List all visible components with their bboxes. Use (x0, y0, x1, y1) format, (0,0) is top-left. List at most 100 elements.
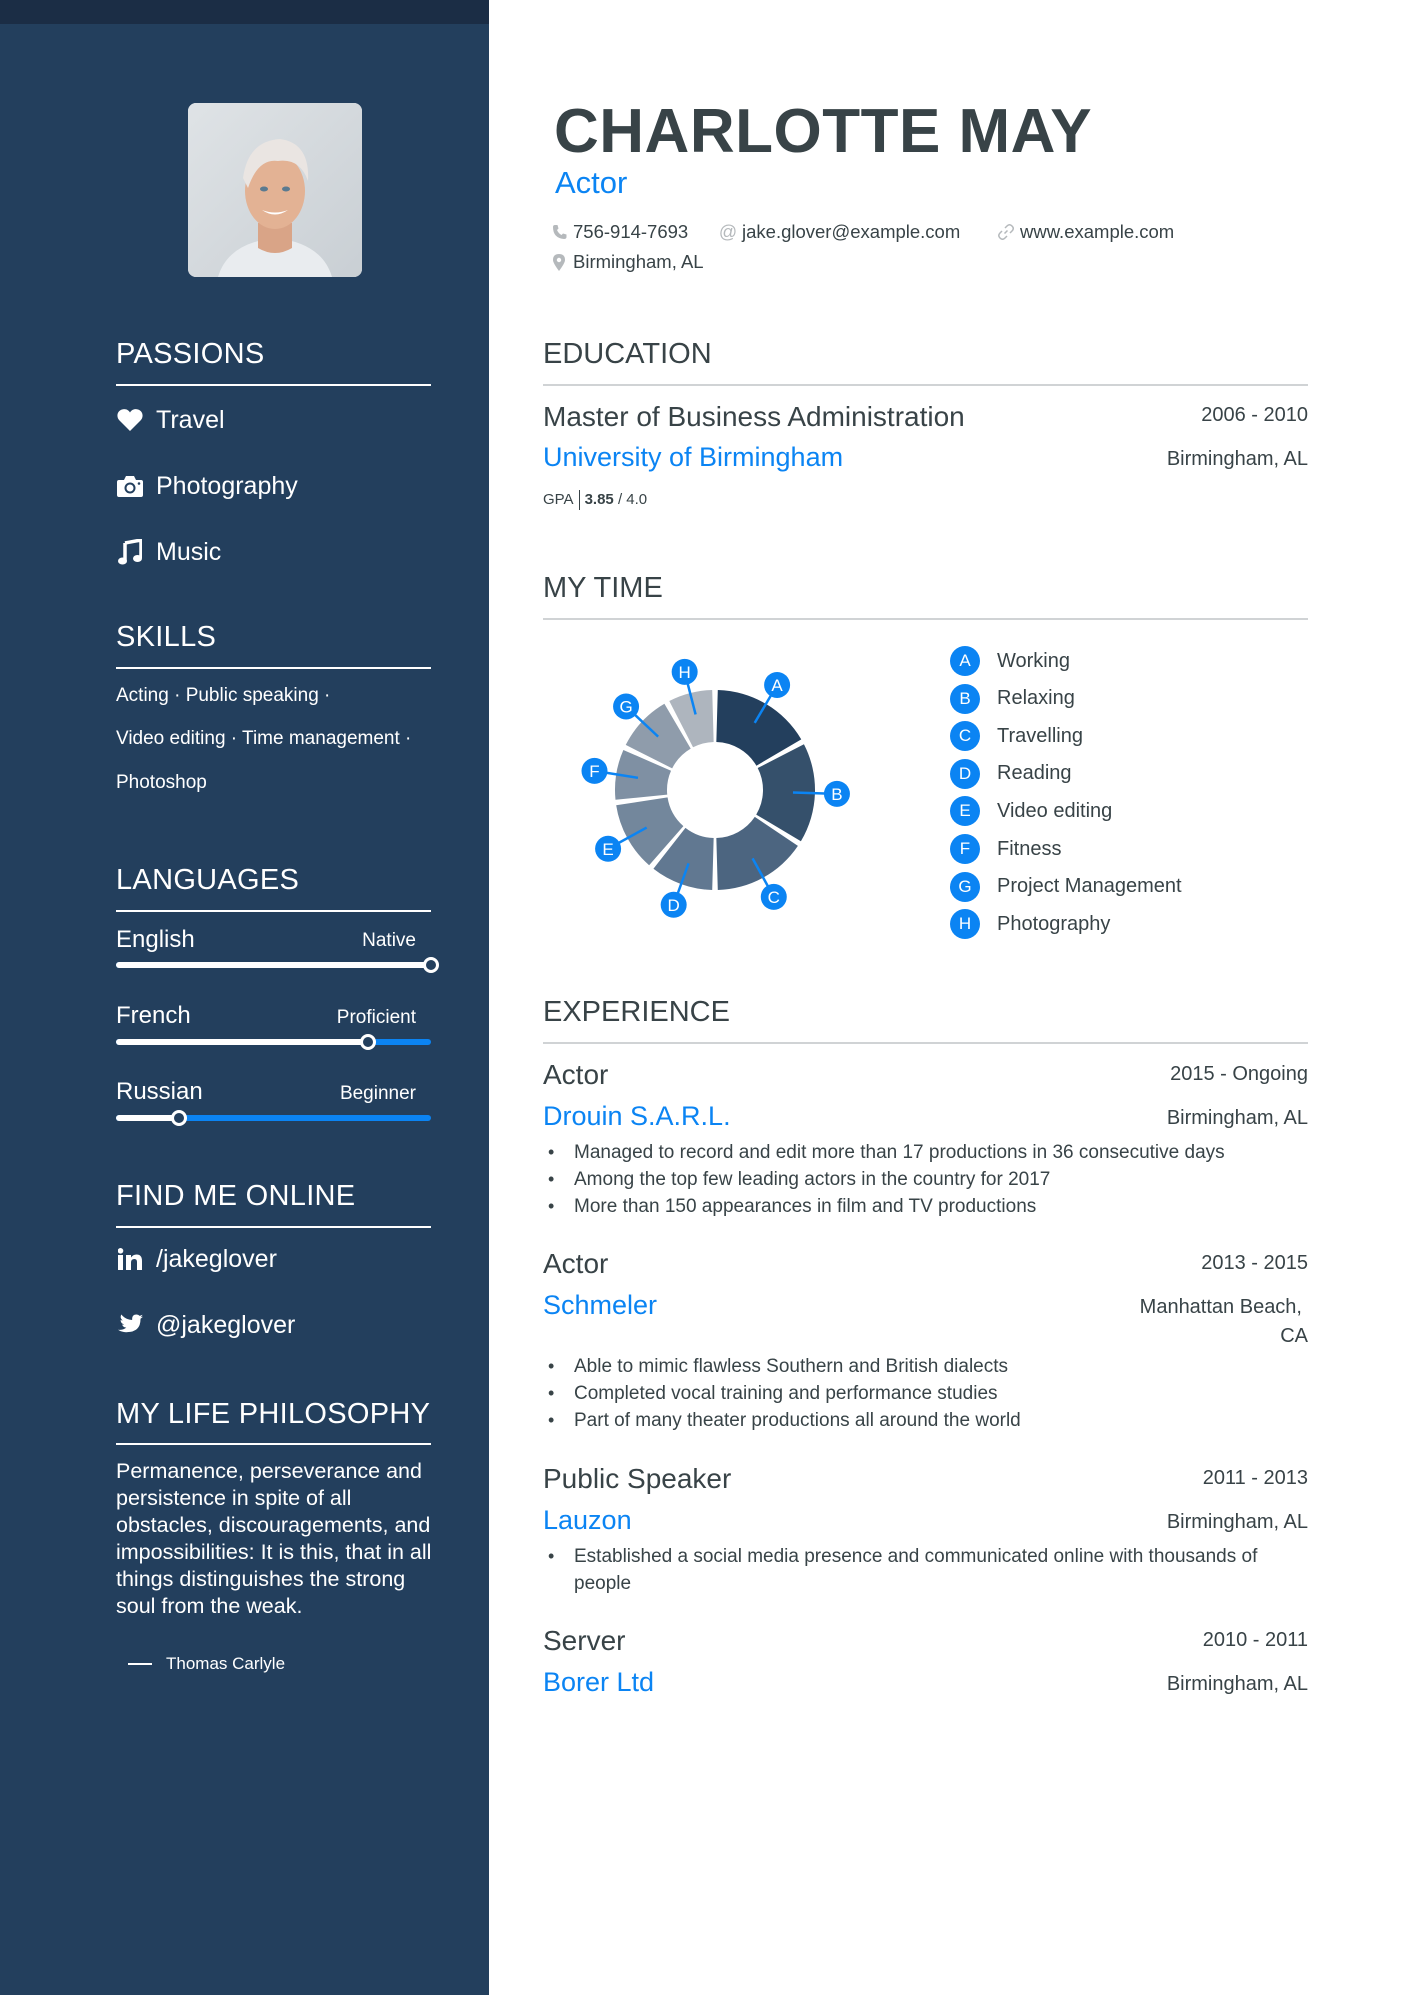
at-icon: @ (718, 221, 738, 242)
legend-label: Video editing (997, 799, 1113, 822)
job-location-line2: CA (1280, 1325, 1308, 1347)
online-item-twitter[interactable]: @jakeglover (116, 1308, 295, 1342)
job-role: Server (543, 1625, 626, 1656)
link-icon (998, 224, 1014, 240)
legend-label: Project Management (997, 875, 1182, 898)
skills-line: Video editing · Time management · (116, 728, 412, 749)
contact-website[interactable]: www.example.com (998, 221, 1174, 243)
passion-label: Music (156, 537, 222, 566)
job-dates: 2013 - 2015 (1201, 1252, 1308, 1274)
job-dates: 2011 - 2013 (1202, 1467, 1308, 1489)
mytime-heading: MY TIME (543, 572, 663, 604)
contact-email[interactable]: @ jake.glover@example.com (718, 221, 960, 243)
legend-item: G Project Management (950, 871, 1182, 902)
top-band (0, 0, 489, 24)
heart-icon (116, 406, 144, 434)
phone-text: 756-914-7693 (573, 221, 689, 242)
language-bar-fill (116, 1115, 179, 1121)
gpa-value: 3.85 (584, 490, 614, 508)
legend-label: Relaxing (997, 687, 1075, 710)
education-dates: 2006 - 2010 (1201, 404, 1308, 426)
legend-badge: B (950, 683, 980, 714)
time-donut-chart: A B C D E F G H (581, 658, 850, 918)
job-bullets: Able to mimic flawless Southern and Brit… (548, 1353, 1308, 1434)
skills-line: Photoshop (116, 772, 207, 793)
location-pin-icon (551, 253, 567, 271)
job-company: Lauzon (543, 1505, 632, 1535)
camera-icon (116, 472, 144, 500)
language-bar-fill (116, 1039, 368, 1045)
donut-badge-letter: H (679, 663, 691, 682)
legend-label: Photography (997, 912, 1111, 935)
online-item-linkedin[interactable]: /jakeglover (116, 1242, 277, 1276)
language-name: English (116, 926, 195, 953)
legend-label: Fitness (997, 837, 1062, 860)
author-name: Thomas Carlyle (166, 1654, 286, 1673)
donut-badge-letter: A (771, 676, 783, 695)
candidate-title: Actor (555, 165, 628, 200)
job-role: Public Speaker (543, 1463, 732, 1494)
language-bar-knob (171, 1110, 187, 1126)
job-bullet: Completed vocal training and performance… (548, 1380, 1308, 1407)
phone-icon (551, 224, 567, 240)
job-bullet: Part of many theater productions all aro… (548, 1407, 1308, 1434)
email-text[interactable]: jake.glover@example.com (742, 221, 960, 243)
online-label[interactable]: @jakeglover (156, 1311, 295, 1340)
candidate-name: CHARLOTTE MAY (554, 97, 1093, 166)
job-location-line1: Manhattan Beach, (1139, 1296, 1302, 1318)
language-bar-fill (116, 962, 431, 968)
language-name: French (116, 1002, 191, 1029)
legend-badge: E (950, 796, 980, 827)
job-bullet: Among the top few leading actors in the … (548, 1166, 1308, 1193)
languages-divider (116, 910, 431, 912)
language-bar (116, 957, 439, 973)
philosophy-quote: Permanence, perseverance and persistence… (116, 1459, 432, 1618)
legend-item: F Fitness (950, 834, 1061, 864)
website-text[interactable]: www.example.com (1020, 221, 1174, 243)
gpa-label: GPA (543, 490, 574, 508)
languages-heading: LANGUAGES (116, 864, 300, 896)
language-bar-knob (423, 957, 439, 973)
language-level: Proficient (336, 1007, 416, 1028)
language-bar (116, 1110, 431, 1126)
job-location: Birmingham, AL (1166, 1511, 1308, 1533)
job-dates: 2015 - Ongoing (1170, 1063, 1308, 1085)
experience-heading: EXPERIENCE (543, 996, 730, 1028)
job-role: Actor (543, 1059, 609, 1090)
legend-badge: G (950, 871, 980, 902)
job-location: Birmingham, AL (1166, 1673, 1308, 1695)
philosophy-divider (116, 1443, 431, 1445)
legend-badge: F (950, 834, 980, 864)
language-level: Beginner (339, 1083, 416, 1104)
donut-badge-letter: G (619, 697, 632, 716)
gpa-max: / 4.0 (617, 490, 648, 508)
job-company: Drouin S.A.R.L. (543, 1101, 731, 1131)
legend-item: E Video editing (950, 796, 1113, 827)
job-dates: 2010 - 2011 (1202, 1629, 1308, 1651)
job-bullets: Managed to record and edit more than 17 … (548, 1139, 1308, 1220)
experience-divider (543, 1042, 1308, 1044)
sidebar: PASSIONS Travel Photography Music SKILLS… (0, 0, 489, 1995)
education-location: Birmingham, AL (1166, 448, 1308, 470)
job-bullet: More than 150 appearances in film and TV… (548, 1193, 1308, 1220)
school-name: University of Birmingham (543, 442, 844, 472)
job-role: Actor (543, 1248, 609, 1279)
passion-label: Travel (156, 405, 225, 434)
legend-badge: H (950, 909, 980, 940)
online-divider (116, 1226, 431, 1228)
job-location: Birmingham, AL (1166, 1107, 1308, 1129)
legend-badge: D (950, 758, 980, 789)
online-label[interactable]: /jakeglover (156, 1245, 277, 1274)
legend-badge: C (950, 721, 980, 752)
profile-photo (188, 103, 362, 277)
linkedin-icon (116, 1245, 144, 1273)
legend-badge: A (950, 646, 980, 676)
gpa: GPA 3.85 / 4.0 (543, 490, 647, 510)
job-bullet: Managed to record and edit more than 17 … (548, 1139, 1308, 1166)
job-company: Borer Ltd (543, 1667, 655, 1697)
donut-badge-letter: B (831, 785, 842, 804)
legend-item: A Working (950, 646, 1070, 676)
twitter-icon (116, 1311, 144, 1339)
legend-item: H Photography (950, 909, 1111, 940)
quote-author: Thomas Carlyle (128, 1654, 285, 1674)
